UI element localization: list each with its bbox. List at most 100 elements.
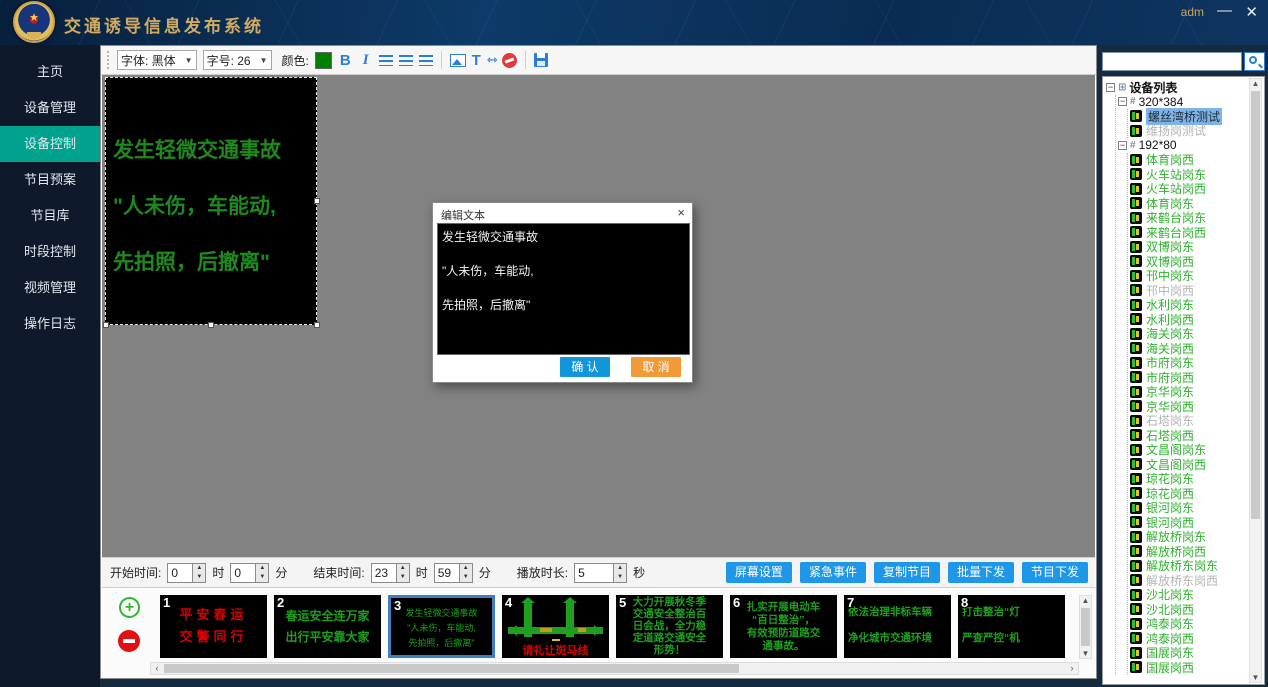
program-text: 发生轻微交通事故"人未伤，车能动,先拍照，后撤离"	[391, 606, 492, 651]
confirm-button[interactable]: 确 认	[560, 357, 610, 377]
traffic-sign-icon	[1130, 603, 1142, 615]
dialog-close-icon[interactable]: ×	[677, 205, 685, 220]
bold-button[interactable]: B	[338, 52, 353, 69]
duration-input[interactable]: 5 ▲▼	[574, 563, 627, 583]
username-label: adm	[1181, 5, 1204, 19]
resize-handle-bottom[interactable]	[208, 322, 214, 328]
program-thumb-7[interactable]: 7依法治理非标车辆净化城市交通环境	[844, 595, 951, 658]
program-horizontal-scrollbar[interactable]: ‹ ›	[150, 662, 1079, 675]
program-thumb-8[interactable]: 8打击整治“灯严查严控“机	[958, 595, 1065, 658]
delete-item-button[interactable]	[502, 53, 517, 68]
sidebar-item-6[interactable]: 视频管理	[0, 270, 100, 306]
insert-image-button[interactable]	[450, 54, 466, 67]
action-button-3[interactable]: 批量下发	[948, 562, 1014, 583]
remove-program-button[interactable]	[118, 630, 140, 652]
tree-device-row[interactable]: 维扬岗测试	[1130, 124, 1264, 139]
action-button-4[interactable]: 节目下发	[1022, 562, 1088, 583]
spinner-arrows[interactable]: ▲▼	[396, 564, 409, 582]
traffic-sign-icon	[1130, 342, 1142, 354]
tree-device-row[interactable]: 国展岗西	[1130, 660, 1264, 675]
led-text-line: 发生轻微交通事故	[113, 134, 281, 164]
align-left-button[interactable]	[379, 55, 393, 66]
scrollbar-thumb[interactable]	[1081, 608, 1090, 646]
program-thumb-1[interactable]: 1平安春运交警同行	[160, 595, 267, 658]
program-list: 1平安春运交警同行2春运安全连万家出行平安靠大家3发生轻微交通事故"人未伤，车能…	[160, 595, 1076, 659]
align-right-button[interactable]	[419, 55, 433, 66]
program-thumb-2[interactable]: 2春运安全连万家出行平安靠大家	[274, 595, 381, 658]
font-size-select[interactable]: 字号: 26 ▼	[203, 50, 272, 70]
program-thumb-4[interactable]: 4请礼让斑马线	[502, 595, 609, 658]
resolution-group-icon: #	[1130, 96, 1136, 107]
scroll-down-icon[interactable]: ▼	[1250, 673, 1261, 682]
sidebar-item-4[interactable]: 节目库	[0, 198, 100, 234]
collapse-icon[interactable]: −	[1118, 97, 1127, 106]
spinner-arrows[interactable]: ▲▼	[192, 564, 205, 582]
resize-handle-corner[interactable]	[314, 322, 320, 328]
sidebar-item-7[interactable]: 操作日志	[0, 306, 100, 342]
spinner-arrows[interactable]: ▲▼	[613, 564, 626, 582]
traffic-sign-icon	[1130, 574, 1142, 586]
collapse-icon[interactable]: −	[1118, 141, 1127, 150]
sidebar-item-2[interactable]: 设备控制	[0, 126, 100, 162]
program-number: 6	[733, 595, 740, 610]
device-search-input[interactable]	[1102, 52, 1242, 71]
sidebar-item-3[interactable]: 节目预案	[0, 162, 100, 198]
search-icon	[1249, 56, 1257, 64]
cancel-button[interactable]: 取 消	[631, 357, 681, 377]
program-number: 1	[163, 595, 170, 610]
resolution-group-icon: #	[1130, 140, 1136, 151]
action-button-0[interactable]: 屏幕设置	[726, 562, 792, 583]
minimize-icon[interactable]: —	[1217, 2, 1232, 19]
start-minute-input[interactable]: 0 ▲▼	[230, 563, 269, 583]
tree-group: −#192*80体育岗西火车站岗东火车站岗西体育岗东来鹤台岗东来鹤台岗西双博岗东…	[1118, 138, 1264, 675]
traffic-sign-icon	[1130, 531, 1142, 543]
led-text-line: "人未伤，车能动,	[113, 190, 276, 220]
action-button-1[interactable]: 紧急事件	[800, 562, 866, 583]
toolbar-separator	[441, 51, 442, 69]
traffic-sign-icon	[1130, 487, 1142, 499]
scrollbar-thumb[interactable]	[1251, 91, 1260, 519]
scroll-up-icon[interactable]: ▲	[1250, 79, 1261, 88]
start-hour-input[interactable]: 0 ▲▼	[167, 563, 206, 583]
font-size-value: 字号: 26	[207, 52, 251, 69]
traffic-sign-icon	[1130, 357, 1142, 369]
led-screen-preview[interactable]: 发生轻微交通事故 "人未伤，车能动, 先拍照，后撤离"	[105, 77, 317, 325]
sidebar-item-5[interactable]: 时段控制	[0, 234, 100, 270]
add-program-button[interactable]: +	[119, 597, 140, 618]
scrollbar-thumb[interactable]	[164, 664, 739, 673]
scroll-up-icon[interactable]: ▲	[1080, 596, 1091, 605]
program-thumb-3[interactable]: 3发生轻微交通事故"人未伤，车能动,先拍照，后撤离"	[388, 595, 495, 658]
collapse-icon[interactable]: −	[1106, 83, 1115, 92]
italic-button[interactable]: I	[359, 52, 373, 69]
dialog-textarea[interactable]: 发生轻微交通事故 "人未伤，车能动, 先拍照，后撤离"	[437, 223, 690, 355]
end-minute-input[interactable]: 59 ▲▼	[434, 563, 473, 583]
resize-handle-right[interactable]	[314, 198, 320, 204]
scroll-left-icon[interactable]: ‹	[151, 663, 163, 674]
program-vertical-scrollbar[interactable]: ▲ ▼	[1079, 595, 1092, 659]
action-button-2[interactable]: 复制节目	[874, 562, 940, 583]
scroll-down-icon[interactable]: ▼	[1080, 649, 1091, 658]
color-swatch[interactable]	[315, 52, 332, 69]
align-center-button[interactable]	[399, 55, 413, 66]
fit-width-button[interactable]: ⇿	[487, 52, 496, 68]
resize-handle-bottom-left[interactable]	[103, 322, 109, 328]
sidebar-item-0[interactable]: 主页	[0, 54, 100, 90]
traffic-sign-icon	[1130, 255, 1142, 267]
save-button[interactable]	[534, 53, 548, 67]
close-icon[interactable]: ✕	[1245, 3, 1258, 21]
tree-scrollbar[interactable]: ▲ ▼	[1249, 78, 1262, 683]
traffic-sign-icon	[1130, 371, 1142, 383]
sidebar-item-1[interactable]: 设备管理	[0, 90, 100, 126]
traffic-sign-icon	[1130, 429, 1142, 441]
insert-text-button[interactable]: T	[472, 52, 481, 69]
end-hour-input[interactable]: 23 ▲▼	[371, 563, 410, 583]
search-button[interactable]	[1244, 52, 1265, 71]
spinner-arrows[interactable]: ▲▼	[255, 564, 268, 582]
program-thumb-6[interactable]: 6扎实开展电动车“百日整治”，有效预防道路交通事故。	[730, 595, 837, 658]
program-thumb-5[interactable]: 5大力开展秋冬季交通安全整治百日会战，全力稳定道路交通安全形势！	[616, 595, 723, 658]
scroll-right-icon[interactable]: ›	[1066, 663, 1078, 674]
chevron-down-icon: ▼	[260, 56, 268, 65]
font-family-select[interactable]: 字体: 黑体 ▼	[117, 50, 197, 70]
tree-root[interactable]: − ⊞ 设备列表	[1106, 80, 1264, 95]
spinner-arrows[interactable]: ▲▼	[459, 564, 472, 582]
